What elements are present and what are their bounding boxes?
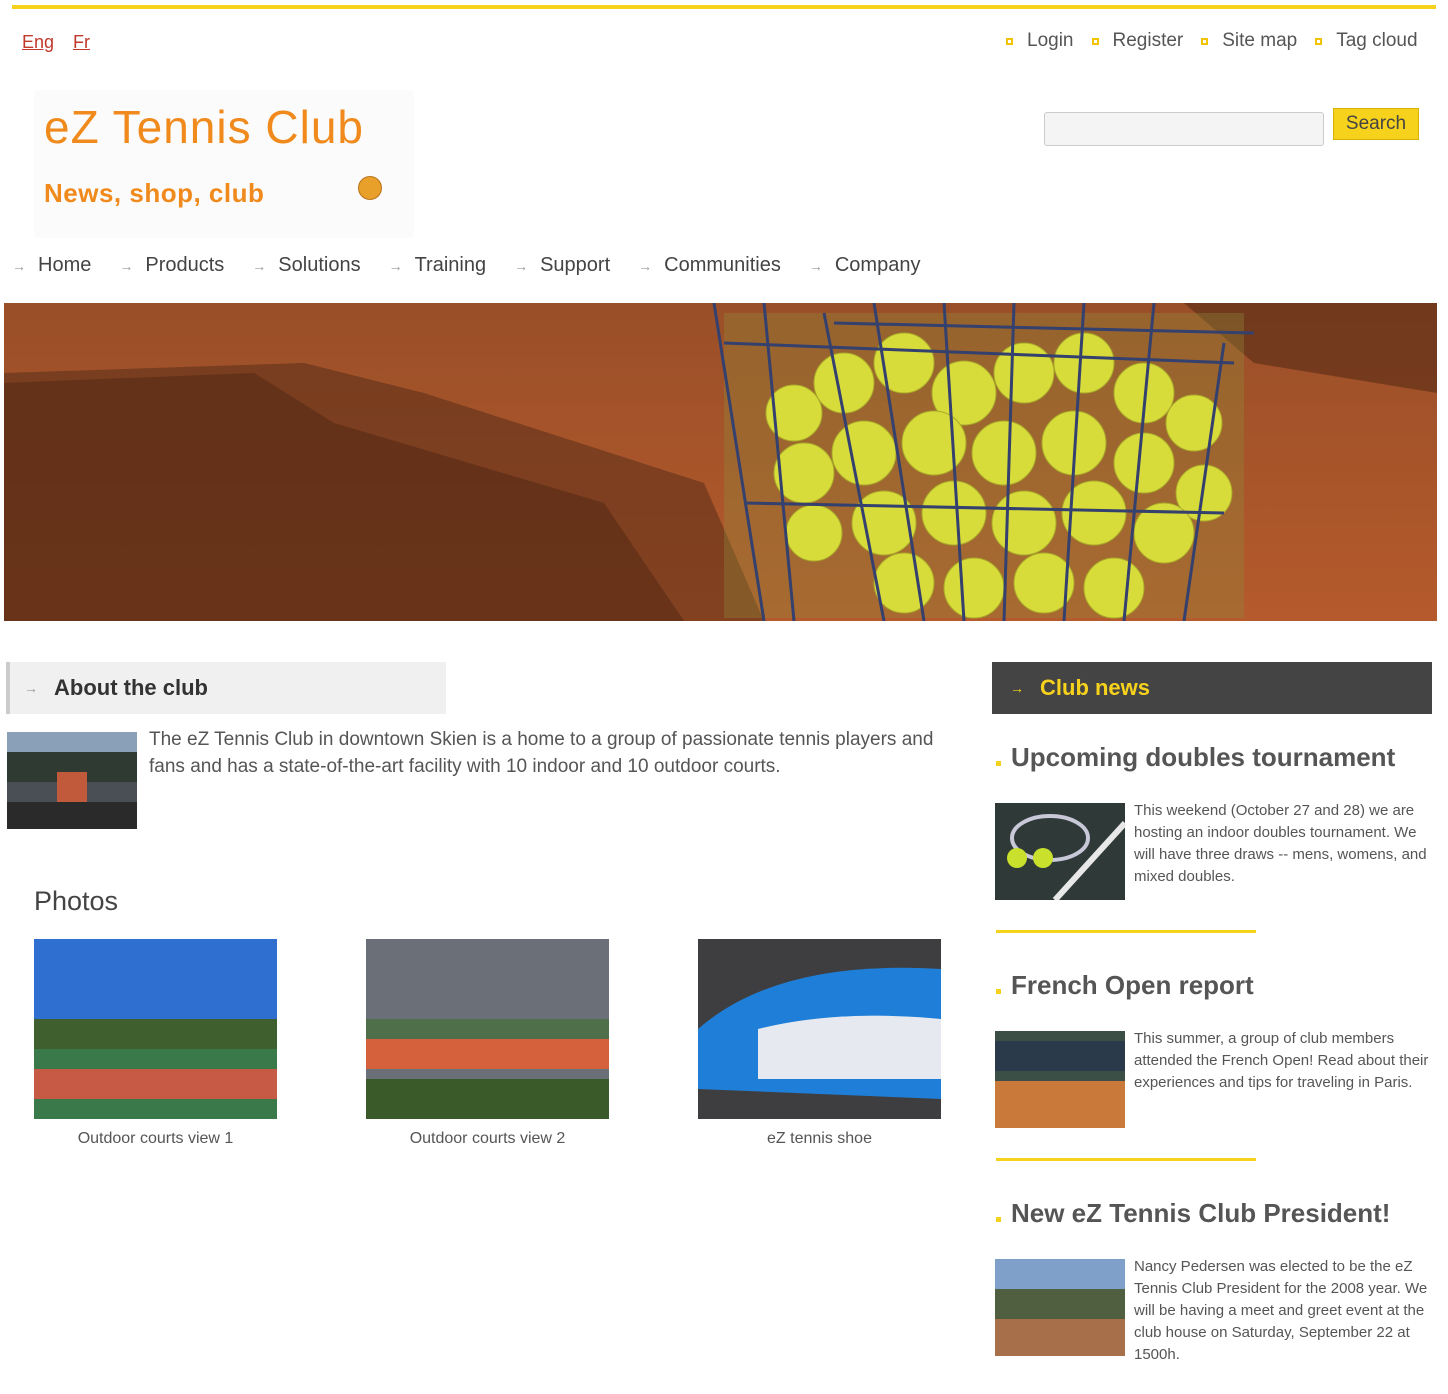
arrow-right-icon: → [638,257,653,274]
bullet-icon [1201,37,1209,45]
util-register-label: Register [1112,30,1184,51]
nav-item-training[interactable]: → Training [389,254,487,277]
search-button[interactable]: Search [1333,108,1419,140]
photo-tennis-shoe[interactable] [698,939,941,1119]
nav-item-company[interactable]: → Company [809,254,921,277]
news-separator [996,930,1256,933]
news-summary: This weekend (October 27 and 28) we are … [1134,802,1427,885]
arrow-right-icon: → [514,257,529,274]
util-tagcloud[interactable]: Tag cloud [1315,30,1418,52]
about-stadium-image [7,732,137,829]
club-news-heading: → Club news [992,662,1432,714]
photo-caption: Outdoor courts view 1 [77,1130,234,1147]
news-image-french-open[interactable] [995,1031,1125,1128]
top-accent-line [12,5,1436,9]
util-tagcloud-label: Tag cloud [1336,30,1418,51]
arrow-right-icon: → [388,257,403,274]
news-title-link[interactable]: French Open report [996,970,1254,1001]
photo-outdoor-courts-1[interactable] [34,939,277,1119]
tennis-ball-icon [358,176,382,200]
news-title: French Open report [1011,970,1254,1000]
bullet-icon [1006,37,1013,45]
hero-banner-image [4,303,1437,621]
nav-label: Products [145,254,225,276]
about-heading-label: About the club [54,675,208,700]
arrow-right-icon: → [119,257,134,274]
arrow-right-icon: → [24,680,38,696]
bullet-icon [996,1217,1001,1222]
logo-subtitle: News, shop, club [44,178,265,208]
nav-item-communities[interactable]: → Communities [638,254,781,277]
util-register[interactable]: Register [1091,30,1184,52]
about-text: The eZ Tennis Club in downtown Skien is … [149,729,934,777]
about-heading: → About the club [6,662,446,714]
nav-label: Company [834,254,921,276]
arrow-right-icon: → [1010,680,1024,696]
nav-label: Support [540,254,611,276]
lang-eng-link[interactable]: Eng [22,32,54,53]
nav-label: Training [414,254,487,276]
news-image-racket[interactable] [995,803,1128,903]
nav-item-home[interactable]: → Home [12,254,91,277]
util-sitemap[interactable]: Site map [1201,30,1297,52]
bullet-icon [1091,37,1099,45]
bullet-icon [996,989,1001,994]
news-summary: Nancy Pedersen was elected to be the eZ … [1134,1258,1428,1363]
util-login[interactable]: Login [1006,30,1074,52]
utility-links: Login Register Site map Tag cloud [1006,30,1418,52]
news-title: Upcoming doubles tournament [1011,742,1396,772]
bullet-icon [1315,37,1323,45]
news-image-president[interactable] [995,1259,1125,1356]
news-summary: This summer, a group of club members att… [1134,1030,1429,1091]
arrow-right-icon: → [252,257,267,274]
photo-caption: eZ tennis shoe [767,1130,872,1147]
util-sitemap-label: Site map [1222,30,1298,51]
nav-item-solutions[interactable]: → Solutions [252,254,360,277]
nav-item-support[interactable]: → Support [514,254,610,277]
bullet-icon [996,761,1001,766]
photo-outdoor-courts-2[interactable] [366,939,609,1119]
nav-label: Solutions [278,254,361,276]
arrow-right-icon: → [808,257,823,274]
main-nav: → Home → Products → Solutions → Training → Su… [12,254,948,277]
logo-title: eZ Tennis Club [44,101,364,153]
arrow-right-icon: → [12,257,26,274]
search-input[interactable] [1044,112,1324,146]
news-title-link[interactable]: New eZ Tennis Club President! [996,1198,1390,1229]
nav-label: Communities [664,254,781,276]
news-title: New eZ Tennis Club President! [1011,1198,1391,1228]
lang-fr-link[interactable]: Fr [73,32,90,53]
news-title-link[interactable]: Upcoming doubles tournament [996,742,1395,773]
util-login-label: Login [1027,30,1074,51]
nav-label: Home [38,254,92,276]
photos-heading: Photos [34,886,119,916]
nav-item-products[interactable]: → Products [119,254,224,277]
news-separator [996,1158,1256,1161]
photo-caption: Outdoor courts view 2 [409,1130,566,1147]
club-news-heading-label: Club news [1040,675,1151,700]
